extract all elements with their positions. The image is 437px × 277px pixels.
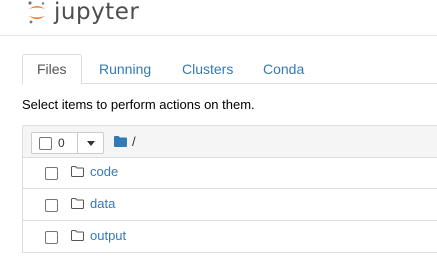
jupyter-logo-icon (28, 1, 45, 24)
folder-icon[interactable] (114, 136, 127, 147)
item-name-link[interactable]: data (90, 196, 115, 211)
caret-down-icon (86, 140, 95, 146)
item-checkbox[interactable] (45, 167, 58, 180)
select-dropdown-button[interactable] (78, 132, 104, 154)
item-checkbox[interactable] (45, 231, 58, 244)
list-item[interactable]: output (22, 221, 437, 253)
list-item[interactable]: data (22, 189, 437, 221)
folder-outline-icon (71, 230, 84, 241)
header: jupyter (0, 0, 437, 36)
tab-conda[interactable]: Conda (263, 54, 304, 84)
item-checkbox[interactable] (45, 199, 58, 212)
folder-outline-icon (71, 198, 84, 209)
selected-count: 0 (58, 136, 65, 150)
file-list: code data output (22, 157, 437, 253)
tab-files[interactable]: Files (22, 54, 82, 85)
list-item[interactable]: code (22, 157, 437, 189)
folder-outline-icon (71, 166, 84, 177)
breadcrumb: / (114, 134, 136, 149)
select-all-button[interactable]: 0 (31, 132, 78, 154)
select-all-checkbox[interactable] (39, 136, 52, 150)
item-name-link[interactable]: code (90, 164, 118, 179)
tab-bar: Files Running Clusters Conda (22, 54, 437, 85)
item-name-link[interactable]: output (90, 228, 126, 243)
jupyter-logo[interactable]: jupyter (26, 0, 139, 28)
select-all-group: 0 (31, 132, 104, 154)
instructions-text: Select items to perform actions on them. (22, 97, 255, 112)
tab-running[interactable]: Running (99, 54, 151, 84)
logo-text: jupyter (54, 0, 140, 25)
file-list-header: 0 / (22, 125, 437, 158)
tab-clusters[interactable]: Clusters (182, 54, 233, 84)
breadcrumb-root[interactable]: / (132, 134, 136, 149)
